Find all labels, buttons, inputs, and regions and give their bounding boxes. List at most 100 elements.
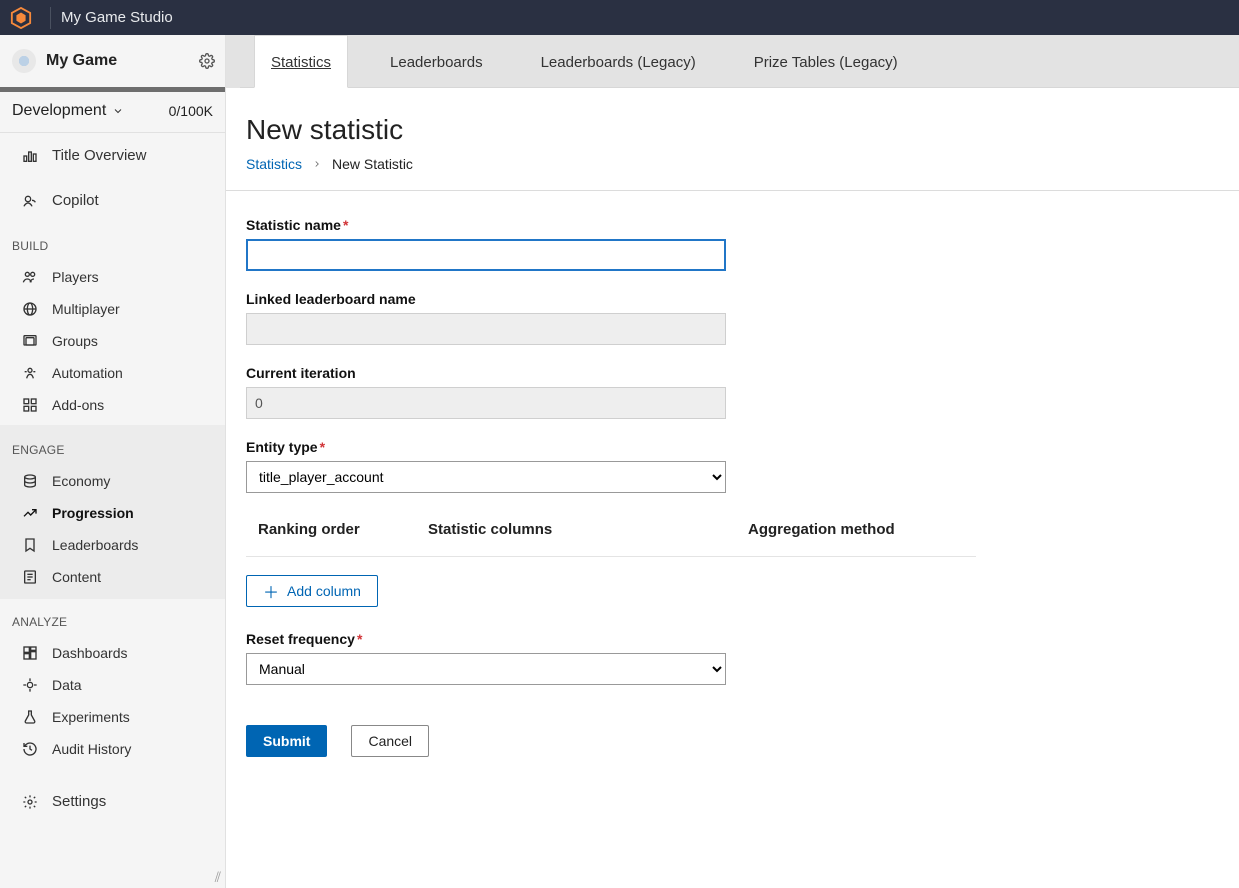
progression-icon: [22, 505, 38, 521]
bar-chart-icon: [22, 148, 38, 164]
section-engage: ENGAGE: [0, 431, 225, 465]
sidebar-item-audit[interactable]: Audit History: [0, 733, 225, 765]
chevron-down-icon: [112, 105, 124, 117]
sidebar-item-automation[interactable]: Automation: [0, 357, 225, 389]
nav-label: Data: [52, 677, 82, 693]
nav-label: Audit History: [52, 741, 131, 757]
sidebar-item-groups[interactable]: Groups: [0, 325, 225, 357]
breadcrumb: Statistics New Statistic: [246, 156, 1239, 172]
divider: [226, 190, 1239, 191]
add-column-label: Add column: [287, 583, 361, 599]
reset-frequency-select[interactable]: Manual: [246, 653, 726, 685]
addons-icon: [22, 397, 38, 413]
sidebar-item-players[interactable]: Players: [0, 261, 225, 293]
tab-leaderboards[interactable]: Leaderboards: [374, 36, 499, 87]
nav-label: Experiments: [52, 709, 130, 725]
flask-icon: [22, 709, 38, 725]
tab-statistics[interactable]: Statistics: [254, 35, 348, 88]
sidebar-item-content[interactable]: Content: [0, 561, 225, 593]
nav-label: Multiplayer: [52, 301, 120, 317]
nav-label: Add-ons: [52, 397, 104, 413]
automation-icon: [22, 365, 38, 381]
nav-label: Copilot: [52, 192, 99, 209]
sidebar-item-economy[interactable]: Economy: [0, 465, 225, 497]
tab-leaderboards-legacy[interactable]: Leaderboards (Legacy): [525, 36, 712, 87]
resize-handle-icon[interactable]: ⫽: [215, 869, 221, 886]
bookmark-icon: [22, 537, 38, 553]
environment-selector[interactable]: Development: [12, 102, 124, 120]
col-ranking-order: Ranking order: [258, 521, 428, 538]
player-count: 0/100K: [169, 103, 213, 119]
nav-label: Groups: [52, 333, 98, 349]
sidebar: My Game Development 0/100K Title Overvie…: [0, 35, 226, 888]
gear-icon[interactable]: [199, 53, 215, 69]
nav-label: Dashboards: [52, 645, 128, 661]
content: New statistic Statistics New Statistic S…: [226, 88, 1239, 797]
col-statistic-columns: Statistic columns: [428, 521, 748, 538]
groups-icon: [22, 333, 38, 349]
sidebar-item-settings[interactable]: Settings: [0, 779, 225, 824]
tab-label: Leaderboards (Legacy): [541, 54, 696, 71]
sidebar-item-data[interactable]: Data: [0, 669, 225, 701]
studio-name[interactable]: My Game Studio: [61, 9, 173, 26]
page-title: New statistic: [246, 114, 1239, 146]
sidebar-item-multiplayer[interactable]: Multiplayer: [0, 293, 225, 325]
tab-label: Statistics: [271, 54, 331, 71]
tab-prize-tables-legacy[interactable]: Prize Tables (Legacy): [738, 36, 914, 87]
environment-row: Development 0/100K: [0, 92, 225, 133]
game-header: My Game: [0, 35, 225, 87]
current-iteration-input: [246, 387, 726, 419]
cancel-button[interactable]: Cancel: [351, 725, 429, 757]
players-icon: [22, 269, 38, 285]
dashboard-icon: [22, 645, 38, 661]
sidebar-item-title-overview[interactable]: Title Overview: [0, 133, 225, 178]
breadcrumb-root[interactable]: Statistics: [246, 156, 302, 172]
nav: Title Overview Copilot BUILD Players Mul…: [0, 133, 225, 888]
col-aggregation-method: Aggregation method: [748, 521, 895, 538]
section-build: BUILD: [0, 227, 225, 261]
entity-type-select[interactable]: title_player_account: [246, 461, 726, 493]
entity-type-label: Entity type*: [246, 439, 976, 455]
nav-label: Settings: [52, 793, 106, 810]
history-icon: [22, 741, 38, 757]
nav-label: Leaderboards: [52, 537, 138, 553]
tab-label: Leaderboards: [390, 54, 483, 71]
sidebar-item-progression[interactable]: Progression: [0, 497, 225, 529]
tab-bar: Statistics Leaderboards Leaderboards (Le…: [240, 35, 1239, 88]
data-icon: [22, 677, 38, 693]
sidebar-item-addons[interactable]: Add-ons: [0, 389, 225, 421]
environment-label: Development: [12, 102, 106, 120]
content-icon: [22, 569, 38, 585]
stat-name-input[interactable]: [246, 239, 726, 271]
nav-label: Title Overview: [52, 147, 146, 164]
sidebar-item-leaderboards[interactable]: Leaderboards: [0, 529, 225, 561]
game-name[interactable]: My Game: [46, 52, 199, 70]
add-column-button[interactable]: ＋ Add column: [246, 575, 378, 607]
linked-leaderboard-label: Linked leaderboard name: [246, 291, 976, 307]
current-iteration-label: Current iteration: [246, 365, 976, 381]
copilot-icon: [22, 193, 38, 209]
top-bar: My Game Studio: [0, 0, 1239, 35]
globe-icon: [22, 301, 38, 317]
divider: [50, 7, 51, 29]
sidebar-item-experiments[interactable]: Experiments: [0, 701, 225, 733]
linked-leaderboard-input: [246, 313, 726, 345]
nav-label: Automation: [52, 365, 123, 381]
nav-label: Players: [52, 269, 99, 285]
submit-button[interactable]: Submit: [246, 725, 327, 757]
sidebar-item-copilot[interactable]: Copilot: [0, 178, 225, 223]
stat-name-label: Statistic name*: [246, 217, 976, 233]
economy-icon: [22, 473, 38, 489]
reset-frequency-label: Reset frequency*: [246, 631, 976, 647]
section-analyze: ANALYZE: [0, 603, 225, 637]
game-icon: [12, 49, 36, 73]
chevron-right-icon: [312, 159, 322, 169]
sidebar-item-dashboards[interactable]: Dashboards: [0, 637, 225, 669]
playfab-logo-icon: [10, 7, 32, 29]
tab-label: Prize Tables (Legacy): [754, 54, 898, 71]
nav-label: Progression: [52, 505, 134, 521]
plus-icon: ＋: [263, 579, 279, 603]
nav-label: Content: [52, 569, 101, 585]
columns-header-row: Ranking order Statistic columns Aggregat…: [246, 513, 976, 557]
settings-icon: [22, 794, 38, 810]
